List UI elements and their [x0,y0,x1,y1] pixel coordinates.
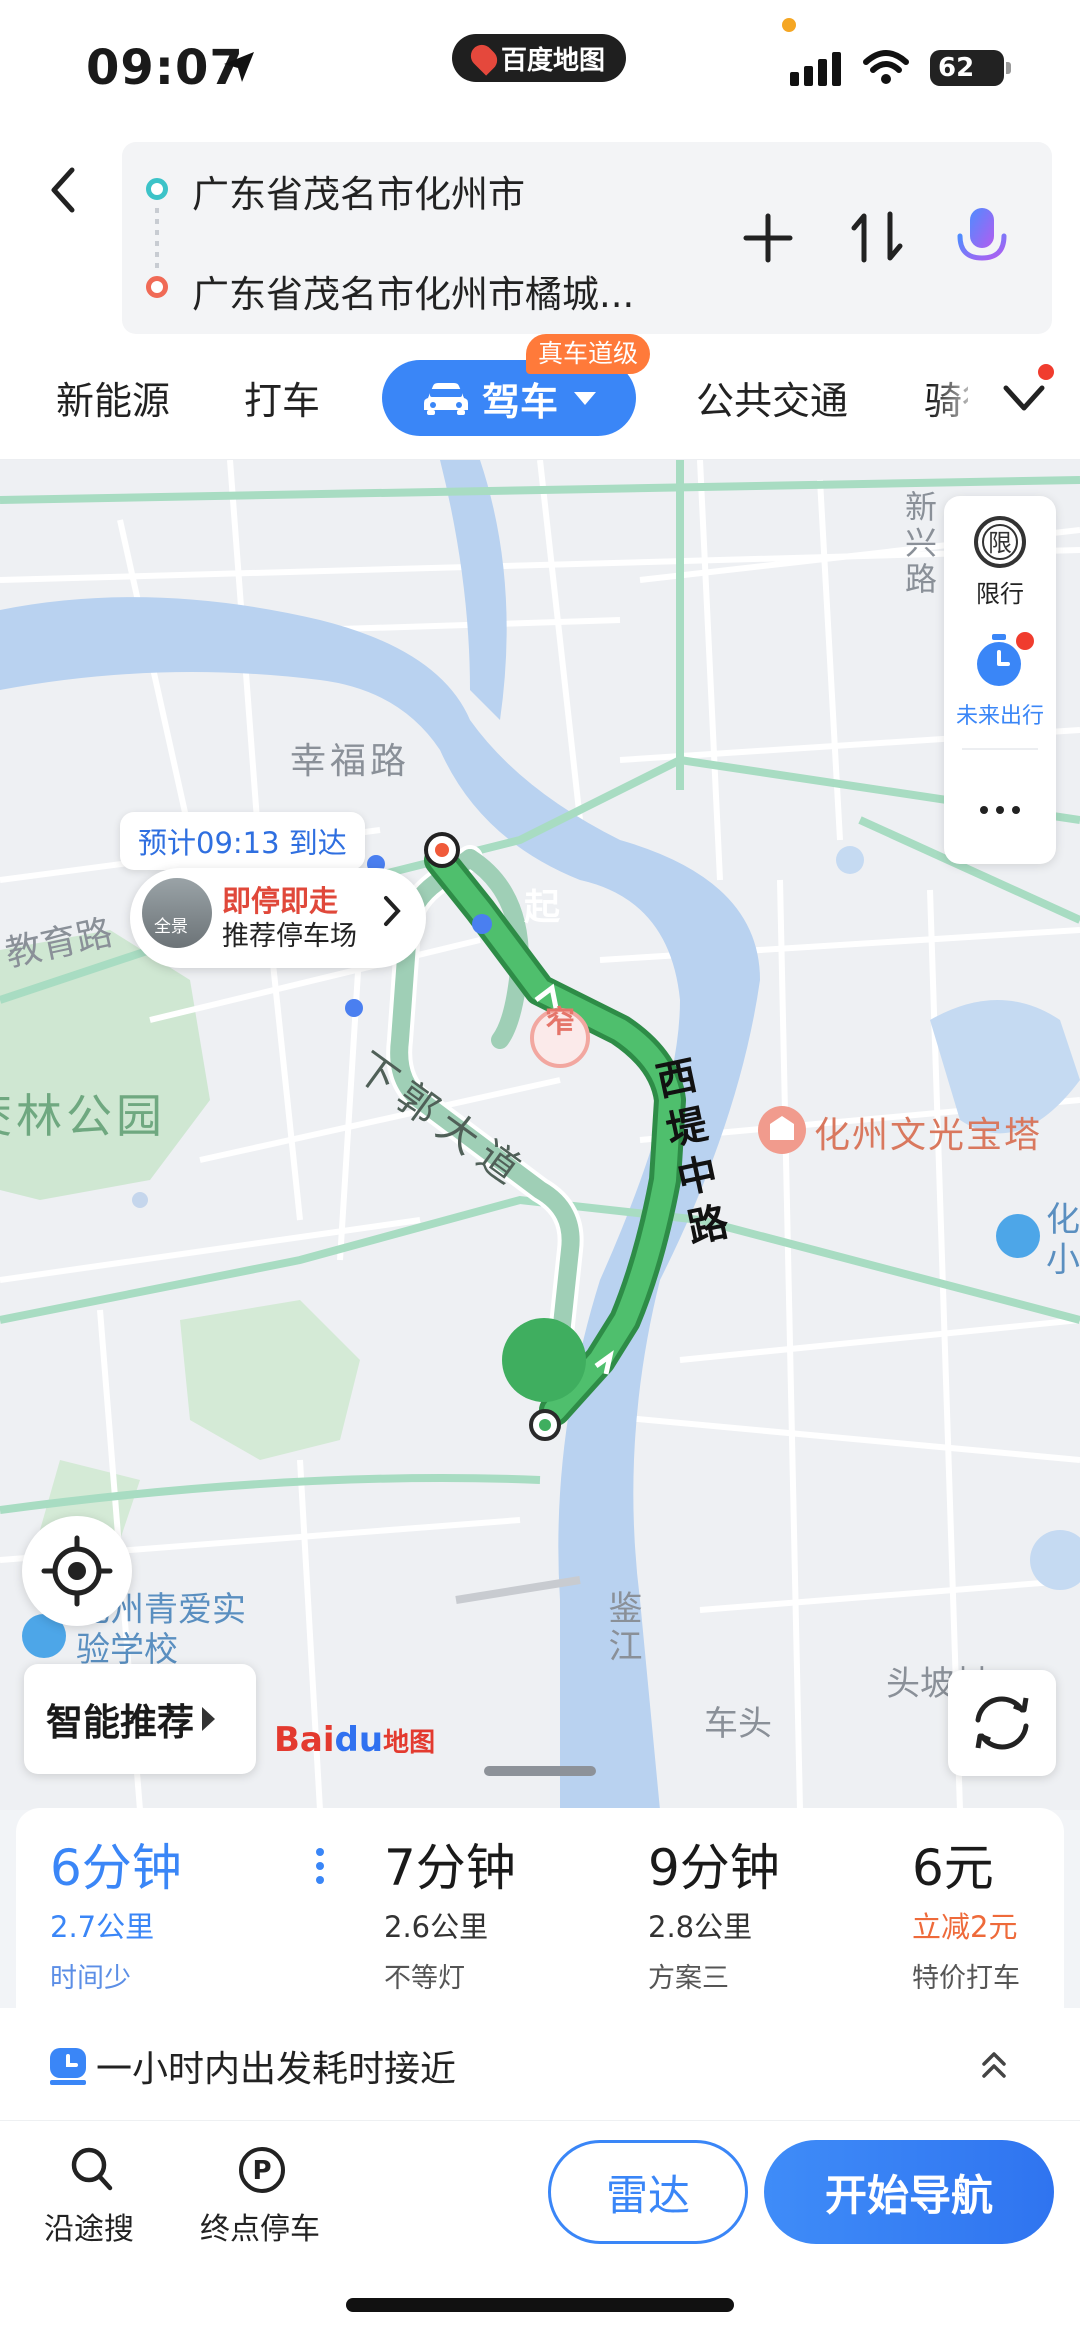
search-along-route-label[interactable]: 沿途搜 [44,2204,134,2248]
tab-public-transit[interactable]: 公共交通 [696,370,848,425]
future-trip-label[interactable]: 未来出行 [946,698,1054,730]
smart-recommend-button[interactable]: 智能推荐 [24,1664,256,1774]
parking-icon[interactable]: P [238,2146,286,2194]
route-more-icon[interactable] [314,1846,326,1886]
notification-dot [1038,364,1054,380]
side-divider [962,748,1038,750]
narrow-road-marker: 窄 [545,1005,575,1040]
add-waypoint-icon[interactable] [740,210,796,266]
route-tag: 不等灯 [384,1963,465,1994]
clock-icon [50,2048,86,2085]
traffic-restriction-icon[interactable]: 限 [972,514,1028,570]
restrict-icon-text: 限 [988,529,1012,557]
destination-field[interactable]: 广东省茂名市化州市橘城... [192,264,672,318]
eta-tag: 预计09:13 到达 [120,812,365,870]
route-connector [155,208,159,270]
status-time: 09:07 [86,40,244,96]
sheet-drag-handle[interactable] [484,1766,596,1776]
back-arrow-icon[interactable] [38,160,88,220]
battery-cap [1006,62,1011,74]
route-price: 6元 [912,1839,994,1897]
chevron-down-icon [574,391,596,405]
search-icon[interactable] [70,2146,114,2192]
route-tag: 方案三 [648,1963,729,1994]
route-distance: 2.8公里 [648,1910,753,1944]
route-option-taxi[interactable]: 6元 立减2元 特价打车 [912,1828,1020,1995]
battery-level: 62 [938,53,975,83]
wifi-icon [863,50,909,84]
route-time: 9分钟 [648,1839,780,1897]
tab-taxi[interactable]: 打车 [244,370,320,425]
route-tag: 特价打车 [912,1963,1020,1994]
expand-tabs-chevron-icon[interactable] [1000,378,1048,418]
route-option-3[interactable]: 9分钟 2.8公里 方案三 [648,1828,780,1995]
baidu-map-logo: Baidu地图 [274,1720,436,1760]
chevron-right-icon [384,896,401,926]
panorama-label: 全景 [154,917,188,937]
start-navigation-button[interactable]: 开始导航 [764,2140,1054,2244]
crosshair-icon [41,1535,113,1607]
river-label: 鉴江 [602,1590,642,1666]
origin-field[interactable]: 广东省茂名市化州市 [192,164,525,218]
app-source-pill[interactable]: 百度地图 [452,34,626,82]
route-distance: 2.7公里 [50,1910,155,1944]
more-dots-icon[interactable] [972,790,1028,830]
tabs-fade [930,350,1010,440]
parking-icon-text: P [252,2156,271,2186]
tab-drive-label: 驾车 [481,379,558,424]
route-tag: 时间少 [50,1963,131,1994]
refresh-icon [975,1696,1029,1750]
edge-label-xiao: 小 [1046,1240,1080,1280]
destination-dot-icon [146,276,168,298]
tab-new-energy[interactable]: 新能源 [56,370,170,425]
lane-level-badge: 真车道级 [526,334,651,374]
app-name: 百度地图 [500,45,605,76]
cellular-signal-icon [790,52,841,86]
route-discount: 立减2元 [912,1910,1018,1944]
route-distance: 2.6公里 [384,1910,489,1944]
start-marker: 起 [524,887,561,928]
car-icon [423,383,468,415]
place-label-chetou: 车头 [704,1704,772,1744]
departure-tip-text: 一小时内出发耗时接近 [96,2049,457,2090]
route-option-2[interactable]: 7分钟 2.6公里 不等灯 [384,1828,516,1995]
privacy-indicator-dot [782,18,796,32]
locate-me-button[interactable] [22,1516,132,1626]
location-arrow-icon [224,52,254,82]
origin-dot-icon [146,178,168,200]
play-triangle-icon [202,1707,215,1731]
traffic-restriction-label[interactable]: 限行 [946,574,1054,609]
road-label-xingfu: 幸福路 [290,741,411,782]
home-indicator[interactable] [346,2298,734,2312]
route-time: 7分钟 [384,1839,516,1897]
voice-input-icon[interactable] [954,206,1010,270]
parking-subtitle: 推荐停车场 [222,921,357,952]
double-chevron-up-icon[interactable] [978,2050,1010,2080]
park-label: 茭林公园 [0,1089,166,1143]
battery-indicator: 62 [930,50,1004,86]
pagoda-label: 化州文光宝塔 [814,1115,1043,1156]
refresh-route-button[interactable] [948,1670,1056,1776]
road-label-xinxing: 新兴路 [900,490,938,598]
swap-route-icon[interactable] [850,208,904,266]
destination-parking-label[interactable]: 终点停车 [200,2204,320,2248]
radar-button[interactable]: 雷达 [548,2140,748,2244]
baidu-map-pin-icon [466,40,502,76]
route-option-1[interactable]: 6分钟 2.7公里 时间少 [50,1828,182,1995]
smart-recommend-label: 智能推荐 [46,1701,194,1744]
map-view[interactable]: 幸福路 教育路 茭林公园 下郭大道 西堤中路 化州文光宝塔 新兴路 化州青爱实验… [0,460,1080,1810]
route-time: 6分钟 [50,1839,182,1897]
future-trip-dot [1016,632,1034,650]
